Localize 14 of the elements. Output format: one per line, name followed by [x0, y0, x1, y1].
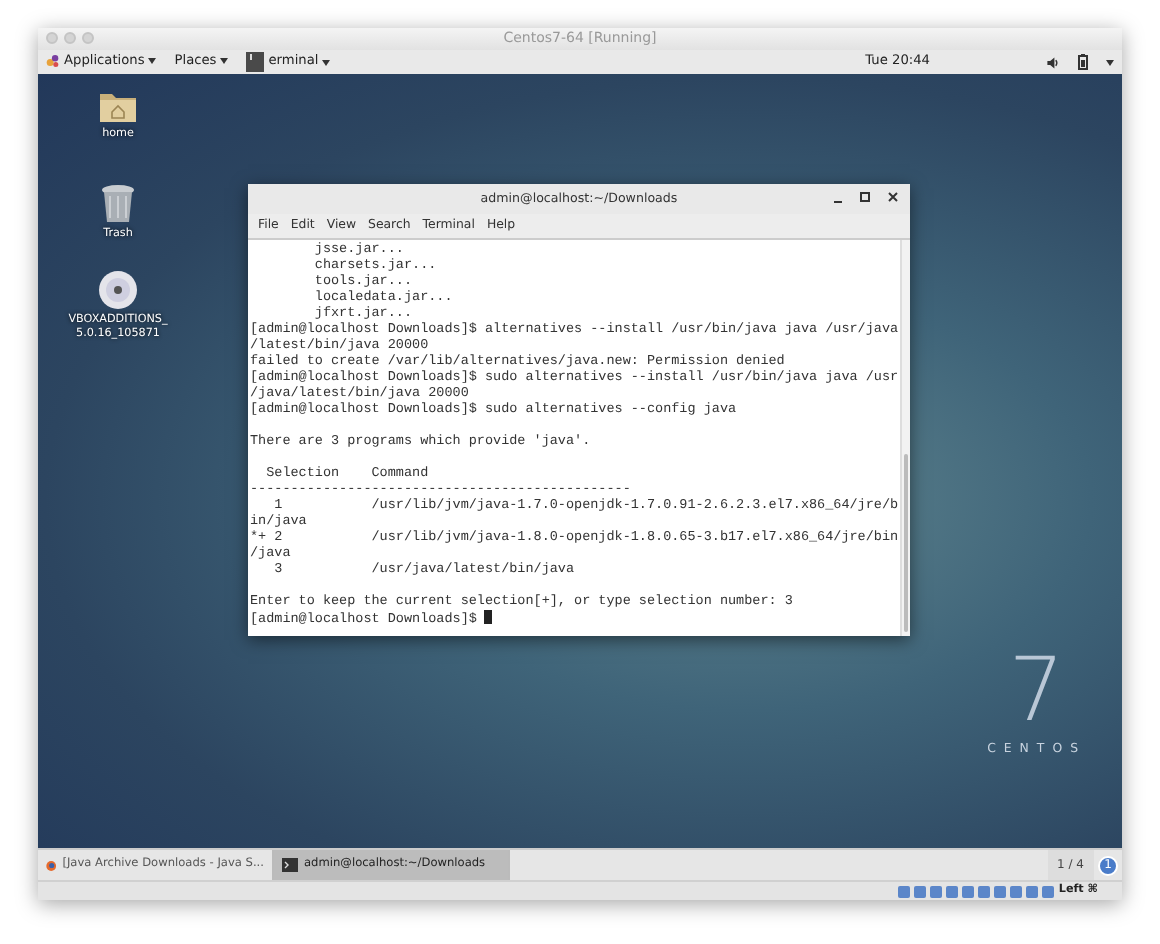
maximize-icon[interactable]: [860, 192, 870, 202]
volume-icon[interactable]: [1046, 55, 1060, 69]
folder-icon: [98, 90, 138, 124]
browser-icon: [46, 857, 57, 873]
disc-icon: [98, 270, 138, 310]
gnome-foot-icon: [46, 54, 60, 69]
centos-seven: 7: [1008, 648, 1065, 736]
terminal-icon: [282, 858, 298, 872]
system-menu-caret-icon[interactable]: [1106, 59, 1114, 65]
battery-icon[interactable]: [1078, 54, 1088, 70]
scrollbar[interactable]: [900, 240, 910, 636]
cursor: [484, 610, 493, 624]
trash-icon: [100, 184, 136, 224]
close-icon[interactable]: [888, 192, 898, 202]
